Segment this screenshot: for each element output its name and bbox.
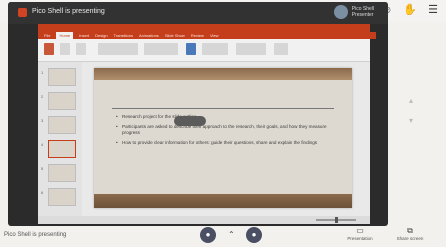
presentation-label: Presentation — [347, 236, 373, 241]
ribbon-tabs: File Home Insert Design Transitions Anim… — [38, 32, 376, 39]
scroll-up-icon[interactable]: ▴ — [406, 96, 416, 108]
shapes-icon[interactable] — [186, 43, 196, 55]
tab-slide-show[interactable]: Slide Show — [165, 32, 185, 39]
slide-canvas[interactable]: Research project for the slide outline P… — [94, 68, 352, 208]
tab-animations[interactable]: Animations — [139, 32, 159, 39]
slide-wood-footer — [94, 194, 352, 208]
arrange-group[interactable] — [202, 43, 228, 55]
font-group[interactable] — [98, 43, 138, 55]
layout-icon[interactable] — [76, 43, 86, 55]
slide-bullet: Research project for the slide outline — [116, 114, 342, 120]
share-screen-button[interactable]: ⧉ Share screen — [390, 226, 430, 241]
dictate-icon[interactable] — [274, 43, 288, 55]
slide-thumbnail[interactable] — [48, 116, 76, 134]
ppt-status-bar — [38, 216, 370, 224]
presentation-icon: ▭ — [356, 226, 364, 235]
slide-bullet: How to provide clear information for oth… — [116, 140, 342, 146]
camera-button[interactable]: ● — [246, 227, 262, 243]
microphone-button[interactable]: ● — [200, 227, 216, 243]
tab-home[interactable]: Home — [56, 32, 74, 39]
laser-pointer-highlight — [174, 116, 206, 126]
slide-thumbnail[interactable] — [48, 92, 76, 110]
presentation-button[interactable]: ▭ Presentation — [340, 226, 380, 241]
slide-thumbnail-selected[interactable] — [48, 140, 76, 158]
chevron-up-icon[interactable]: ⌃ — [228, 230, 235, 239]
app-logo-icon — [18, 8, 27, 17]
tab-view[interactable]: View — [210, 32, 219, 39]
share-screen-icon: ⧉ — [407, 226, 413, 235]
slide-thumbnail[interactable] — [48, 164, 76, 182]
hand-icon[interactable]: ✋ — [403, 3, 417, 17]
paragraph-group[interactable] — [144, 43, 178, 55]
presenter-badge: Pico Shell Presenter — [333, 5, 374, 19]
shared-screen: Pico Shell is presenting Pico Shell Pres… — [8, 2, 388, 226]
avatar — [333, 5, 348, 19]
share-header: Pico Shell is presenting Pico Shell Pres… — [8, 2, 388, 24]
slide-thumbnail[interactable] — [48, 188, 76, 206]
thumb-number: 1 — [41, 70, 44, 75]
new-slide-icon[interactable] — [60, 43, 70, 55]
zoom-slider[interactable] — [316, 217, 356, 223]
slide-bullet: Participants are asked to describe their… — [116, 124, 342, 136]
thumb-number: 5 — [41, 166, 44, 171]
paste-icon[interactable] — [44, 43, 54, 55]
presenting-status: Pico Shell is presenting — [4, 232, 67, 238]
slide-divider — [112, 108, 334, 109]
tab-insert[interactable]: Insert — [79, 32, 89, 39]
thumb-number: 4 — [41, 142, 44, 147]
slide-wood-header — [94, 68, 352, 80]
slide-bullet-list: Research project for the slide outline P… — [116, 114, 342, 150]
editing-group[interactable] — [236, 43, 266, 55]
presenter-role: Presenter — [351, 12, 374, 18]
zoom-slider-handle[interactable] — [334, 217, 338, 223]
tab-review[interactable]: Review — [191, 32, 204, 39]
ribbon-toolbar — [38, 39, 370, 62]
thumb-number: 3 — [41, 118, 44, 123]
ppt-title-bar — [38, 24, 370, 32]
meeting-actions: ☺ ✋ ☰ — [380, 3, 440, 17]
slide-thumbnail[interactable] — [48, 68, 76, 86]
thumb-number: 6 — [41, 190, 44, 195]
slide-thumbnails: 1 2 3 4 5 6 — [38, 62, 82, 218]
scroll-down-icon[interactable]: ▾ — [406, 116, 416, 128]
tab-file[interactable]: File — [44, 32, 50, 39]
share-title: Pico Shell is presenting — [32, 8, 105, 15]
thumb-number: 2 — [41, 94, 44, 99]
tab-transitions[interactable]: Transitions — [114, 32, 133, 39]
share-screen-label: Share screen — [396, 236, 424, 241]
menu-icon[interactable]: ☰ — [426, 3, 440, 17]
powerpoint-window: File Home Insert Design Transitions Anim… — [38, 24, 376, 224]
tab-design[interactable]: Design — [95, 32, 107, 39]
